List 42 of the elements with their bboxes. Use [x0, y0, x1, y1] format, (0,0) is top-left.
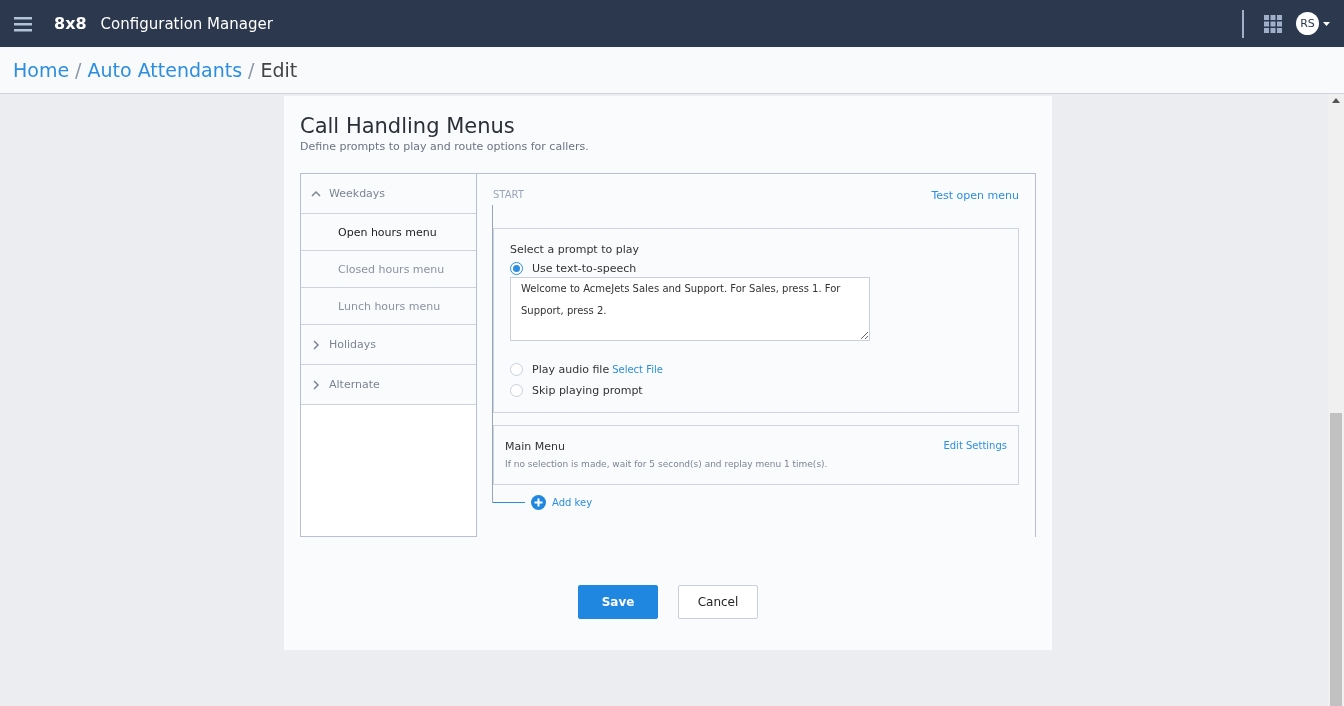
prompt-heading: Select a prompt to play [510, 243, 640, 256]
chevron-right-icon [311, 379, 321, 390]
breadcrumb-link[interactable]: Auto Attendants [87, 59, 243, 81]
edit-settings-link[interactable]: Edit Settings [943, 440, 1007, 453]
menu-title: Main Menu [505, 440, 565, 453]
option-label: Play audio file [532, 363, 610, 376]
scroll-up-icon[interactable] [1332, 98, 1340, 103]
brand-logo: 8x8 [54, 14, 87, 33]
page-subtitle: Define prompts to play and route options for callers. [300, 140, 590, 153]
tts-text-area[interactable]: Welcome to AcmeJets Sales and Support. For Sales, press 1. For Support, press 2. [510, 277, 870, 341]
save-button[interactable]: Save [578, 585, 658, 619]
schedule-group[interactable]: Holidays [301, 325, 476, 365]
select-file-link[interactable]: Select File [612, 364, 663, 375]
add-icon[interactable] [531, 495, 546, 510]
menu-item[interactable]: Closed hours menu [301, 251, 476, 288]
menu-icon[interactable] [14, 15, 32, 32]
user-avatar[interactable]: RS [1296, 12, 1319, 35]
start-label: START [493, 189, 524, 200]
breadcrumb-separator: / [248, 59, 255, 81]
radio-button[interactable] [510, 384, 523, 397]
test-menu-link[interactable]: Test open menu [931, 189, 1019, 202]
option-label: Skip playing prompt [532, 384, 643, 397]
breadcrumb-current: Edit [260, 59, 298, 81]
scrollbar[interactable] [1328, 94, 1344, 706]
menu-item[interactable]: Open hours menu [301, 214, 476, 251]
page-title: Call Handling Menus [300, 114, 516, 138]
caret-icon[interactable] [1323, 21, 1330, 26]
breadcrumb-separator: / [75, 59, 82, 81]
apps-grid-icon[interactable] [1264, 14, 1282, 33]
radio-button[interactable] [510, 363, 523, 376]
option-label: Use text-to-speech [532, 262, 637, 275]
menu-item[interactable]: Lunch hours menu [301, 288, 476, 325]
breadcrumb-link[interactable]: Home [13, 59, 70, 81]
cancel-button[interactable]: Cancel [678, 585, 758, 619]
schedule-group[interactable]: Alternate [301, 365, 476, 405]
radio-button[interactable] [510, 262, 523, 275]
app-title: Configuration Manager [100, 14, 273, 33]
chevron-up-icon [311, 188, 321, 199]
add-key-link[interactable]: Add key [552, 497, 593, 508]
chevron-right-icon [311, 339, 321, 350]
schedule-group[interactable]: Weekdays [301, 174, 476, 214]
menu-description: If no selection is made, wait for 5 second(s) and replay menu 1 time(s). [505, 459, 829, 469]
